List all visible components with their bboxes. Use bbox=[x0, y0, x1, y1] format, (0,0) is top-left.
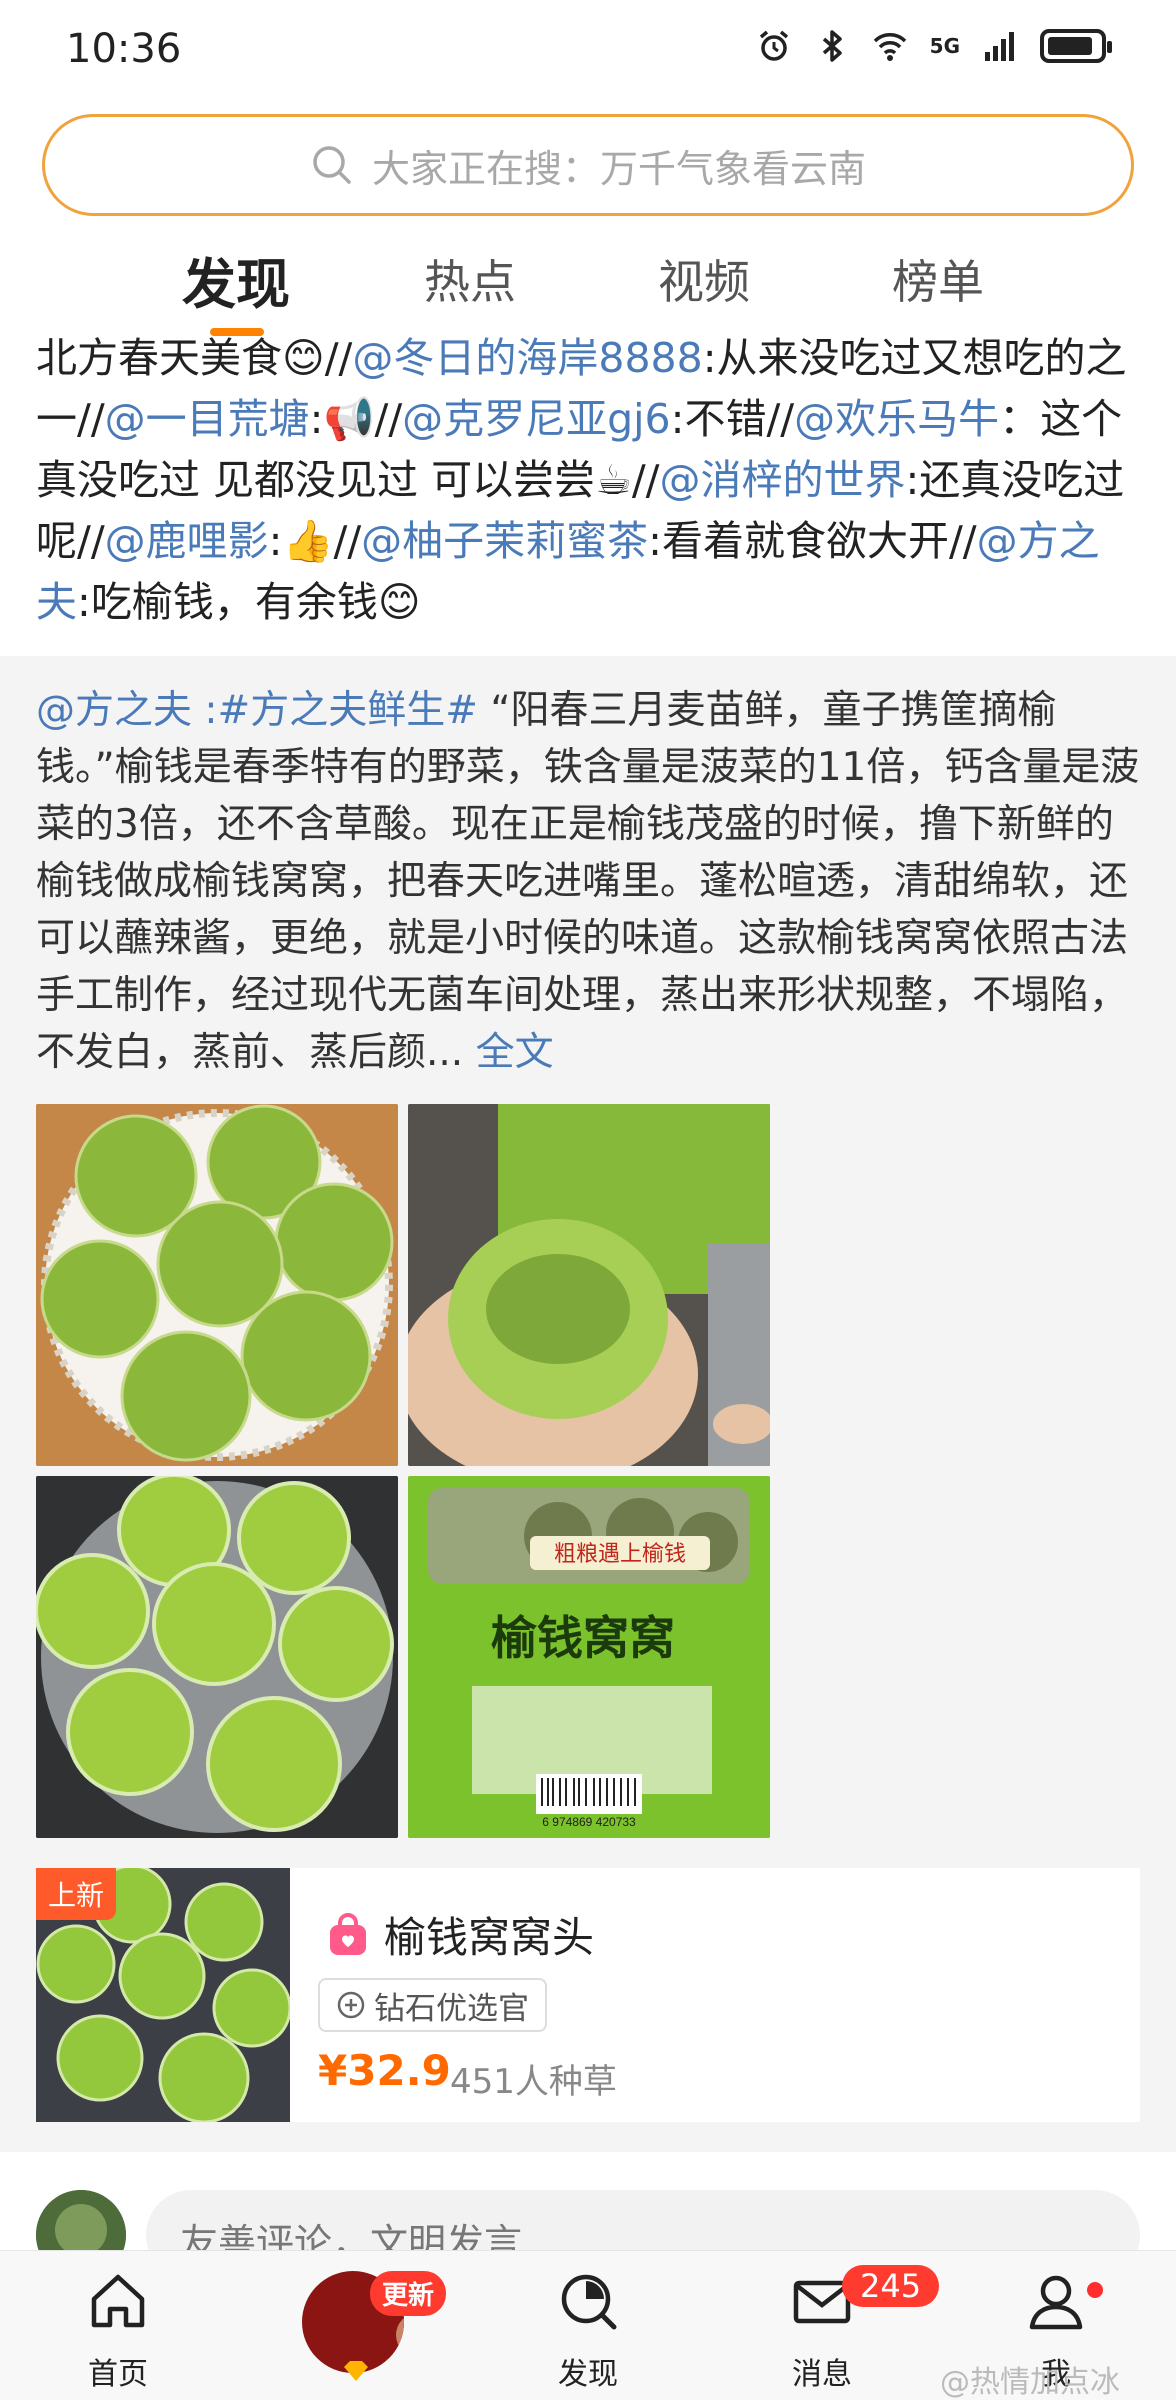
photo-4-illustration: 粗粮遇上榆钱 榆钱窝窝 6 974869 420733 bbox=[408, 1476, 770, 1838]
nav-home[interactable]: 首页 bbox=[28, 2251, 208, 2400]
package-barcode-text: 6 974869 420733 bbox=[542, 1815, 636, 1829]
nav-discover[interactable]: 发现 bbox=[498, 2251, 678, 2400]
top-tabs: 发现 热点 视频 榜单 bbox=[0, 236, 1176, 336]
package-banner-text: 粗粮遇上榆钱 bbox=[554, 1541, 686, 1566]
bottom-nav: 首页 更新 发现 245 消息 我 @热情加点冰 bbox=[0, 2250, 1176, 2400]
nav-messages[interactable]: 245 消息 bbox=[732, 2251, 940, 2400]
product-tag: 钻石优选官 bbox=[318, 1978, 547, 2032]
bluetooth-icon bbox=[822, 30, 842, 62]
repost-text-segment: 北方春天美食😊// bbox=[36, 334, 353, 382]
mention-link[interactable]: @冬日的海岸8888 bbox=[352, 334, 702, 382]
repost-text-segment: :👍// bbox=[268, 517, 362, 565]
photo-2-illustration bbox=[408, 1104, 770, 1466]
product-image: 上新 bbox=[36, 1868, 290, 2122]
notification-dot bbox=[1084, 2279, 1106, 2301]
expand-full-text-link[interactable]: 全文 bbox=[463, 1030, 554, 1075]
tab-ranking[interactable]: 榜单 bbox=[892, 246, 984, 312]
mention-link[interactable]: @消梓的世界 bbox=[659, 456, 905, 504]
post-photo-1[interactable] bbox=[36, 1104, 398, 1466]
post-photo-2[interactable] bbox=[408, 1104, 770, 1466]
repost-text-segment: :看着就食欲大开// bbox=[648, 517, 977, 565]
original-author-link[interactable]: @方之夫 bbox=[36, 688, 192, 733]
post-photo-4[interactable]: 粗粮遇上榆钱 榆钱窝窝 6 974869 420733 bbox=[408, 1476, 770, 1838]
messages-count-badge: 245 bbox=[842, 2265, 940, 2307]
tab-discover[interactable]: 发现 bbox=[182, 240, 290, 319]
product-tag-label: 钻石优选官 bbox=[374, 1990, 529, 2027]
status-bar: 10:36 5G bbox=[0, 0, 1176, 100]
network-type: 5G bbox=[929, 34, 960, 58]
alarm-icon bbox=[759, 30, 788, 61]
shopping-bag-icon bbox=[330, 1912, 366, 1955]
search-icon bbox=[313, 146, 351, 184]
discover-icon bbox=[561, 2274, 617, 2330]
tab-video[interactable]: 视频 bbox=[658, 246, 750, 312]
original-post-card[interactable]: @方之夫 :#方之夫鲜生# “阳春三月麦苗鲜，童子携筐摘榆钱。”榆钱是春季特有的… bbox=[0, 656, 1176, 2152]
diamond-icon bbox=[344, 2361, 368, 2381]
tab-hot[interactable]: 热点 bbox=[424, 246, 516, 312]
mention-link[interactable]: @柚子茉莉蜜茶 bbox=[361, 517, 648, 565]
repost-text: 北方春天美食😊//@冬日的海岸8888:从来没吃过又想吃的之一//@一目荒塘:📢… bbox=[36, 328, 1146, 633]
nav-messages-label: 消息 bbox=[792, 2357, 852, 2392]
mention-link[interactable]: @欢乐马牛 bbox=[794, 395, 999, 443]
product-grass-count: 451人种草 bbox=[450, 2062, 617, 2102]
mention-link[interactable]: @克罗尼亚gj6 bbox=[402, 395, 671, 443]
original-post-body: “阳春三月麦苗鲜，童子携筐摘榆钱。”榆钱是春季特有的野菜，铁含量是菠菜的11倍，… bbox=[36, 688, 1140, 1075]
home-icon bbox=[91, 2274, 145, 2328]
comment-bar: 友善评论，文明发言 bbox=[0, 2152, 1176, 2280]
package-name-text: 榆钱窝窝 bbox=[491, 1612, 675, 1664]
mention-link[interactable]: @鹿哩影 bbox=[105, 517, 269, 565]
diamond-plus-icon bbox=[337, 1991, 365, 2019]
hashtag-link[interactable]: :#方之夫鲜生# bbox=[192, 688, 478, 733]
status-time: 10:36 bbox=[66, 26, 182, 72]
nav-discover-label: 发现 bbox=[558, 2357, 618, 2392]
product-title: 榆钱窝窝头 bbox=[384, 1913, 595, 1962]
battery-icon bbox=[1040, 29, 1112, 63]
product-title-row: 榆钱窝窝头 bbox=[326, 1904, 594, 1965]
repost-text-segment: :吃榆钱，有余钱😊 bbox=[77, 578, 421, 626]
nav-home-label: 首页 bbox=[88, 2357, 148, 2392]
repost-text-segment: :📢// bbox=[309, 395, 403, 443]
wifi-icon bbox=[873, 33, 906, 61]
watermark: @热情加点冰 bbox=[940, 2365, 1120, 2400]
product-price: ¥32.9 bbox=[318, 2046, 451, 2095]
repost-text-segment: :不错// bbox=[670, 395, 795, 443]
photo-3-illustration bbox=[36, 1476, 398, 1838]
status-icons: 5G bbox=[756, 28, 1112, 64]
search-bar[interactable]: 大家正在搜：万千气象看云南 bbox=[42, 114, 1134, 216]
mention-link[interactable]: @一目荒塘 bbox=[105, 395, 310, 443]
nav-live-avatar[interactable]: 更新 bbox=[280, 2251, 460, 2400]
new-badge: 上新 bbox=[36, 1868, 117, 1920]
photo-1-illustration bbox=[36, 1104, 398, 1466]
post-photo-3[interactable] bbox=[36, 1476, 398, 1838]
original-post-text: @方之夫 :#方之夫鲜生# “阳春三月麦苗鲜，童子携筐摘榆钱。”榆钱是春季特有的… bbox=[36, 682, 1146, 1081]
product-card[interactable]: 上新 榆钱窝窝头 钻石优选官 ¥32.9 451人种草 bbox=[36, 1868, 1140, 2122]
update-badge: 更新 bbox=[370, 2271, 447, 2316]
search-placeholder: 大家正在搜：万千气象看云南 bbox=[371, 146, 866, 191]
signal-icon bbox=[985, 32, 1014, 61]
profile-icon bbox=[1029, 2275, 1083, 2330]
